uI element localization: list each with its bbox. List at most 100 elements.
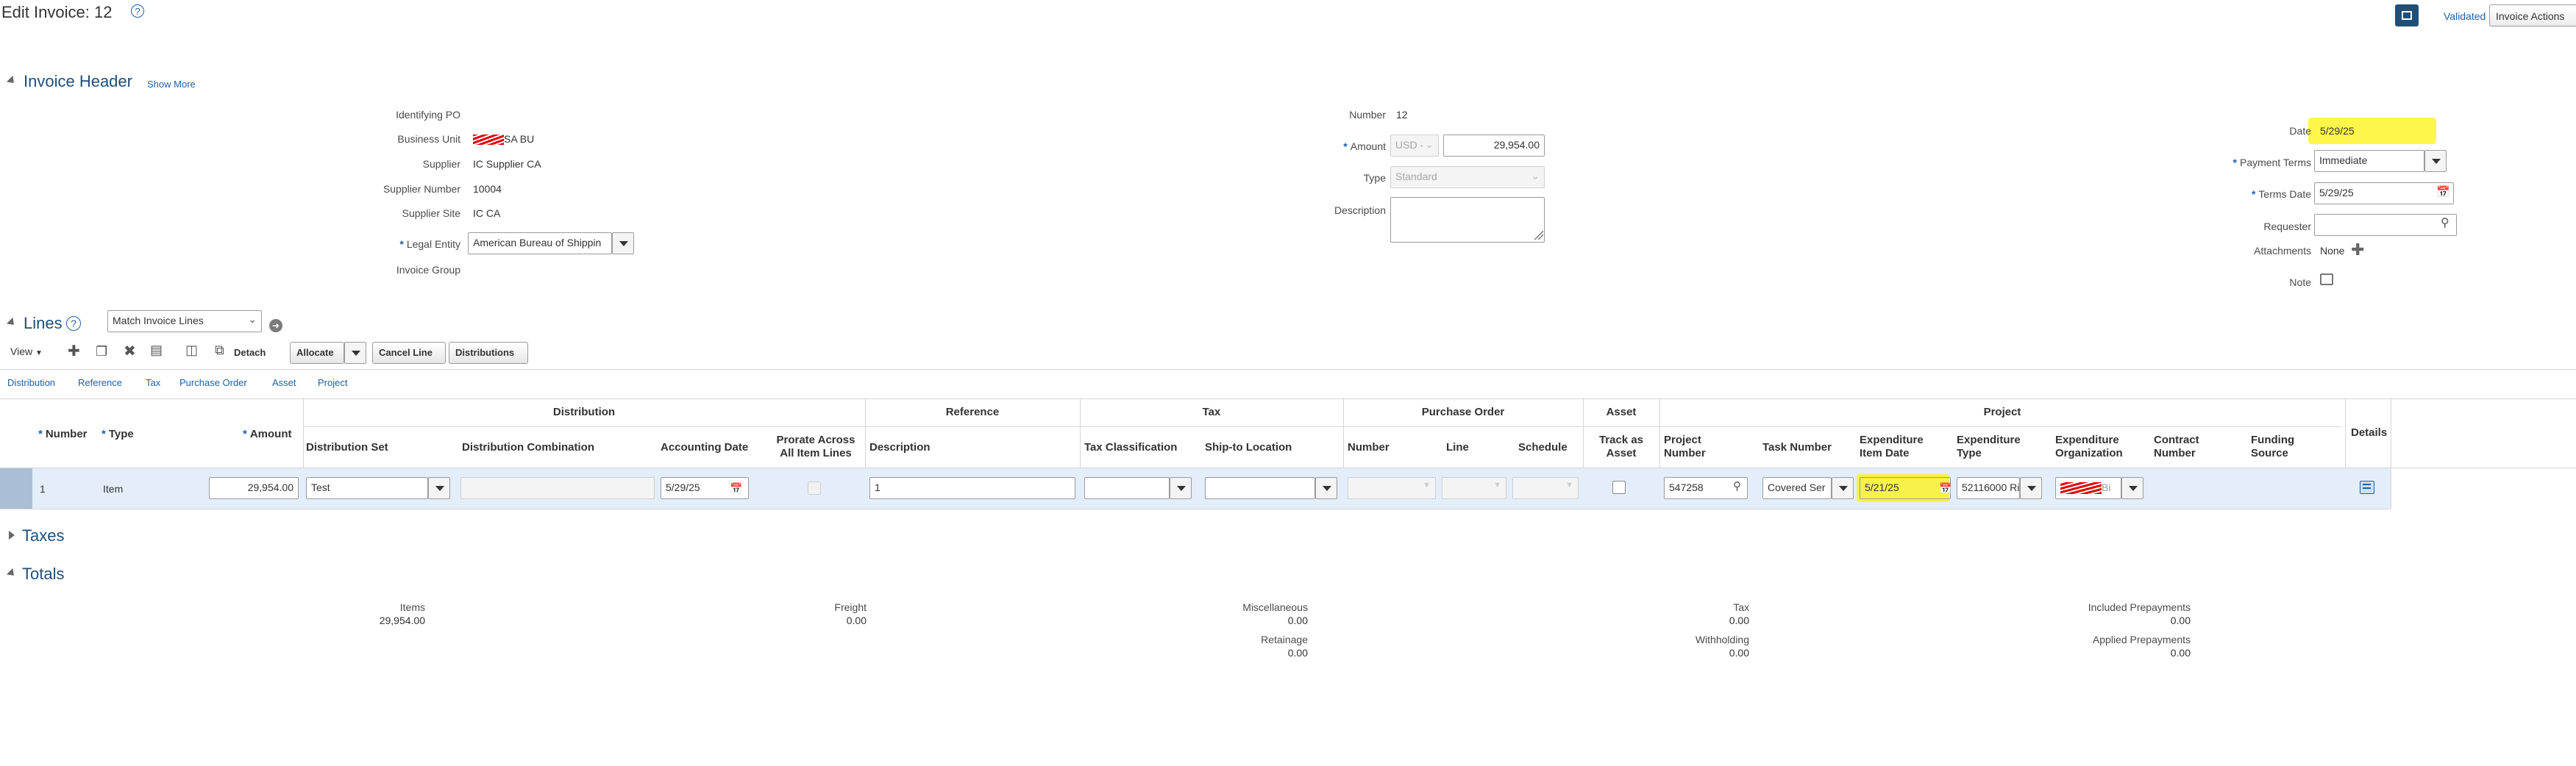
row-amount-input[interactable]: 29,954.00 [209, 477, 299, 499]
tab-reference[interactable]: Reference [78, 377, 122, 388]
payment-terms-select[interactable]: Immediate [2314, 150, 2424, 172]
row-task-number-dropdown-button[interactable] [1832, 477, 1854, 499]
tasks-icon[interactable] [2395, 4, 2419, 26]
validated-status-link[interactable]: Validated [2444, 10, 2486, 22]
col-po-number[interactable]: Number [1348, 441, 1390, 454]
add-attachment-icon[interactable]: ✚ [2351, 242, 2364, 258]
totals-title: Totals [22, 565, 65, 583]
currency-select[interactable]: USD - ⌄ [1390, 135, 1439, 157]
supplier-value: IC Supplier CA [473, 158, 541, 170]
row-ship-to-location-select[interactable] [1205, 477, 1315, 499]
description-textarea[interactable] [1390, 197, 1545, 243]
col-po-schedule[interactable]: Schedule [1518, 441, 1568, 454]
terms-date-input[interactable]: 5/29/25 [2314, 182, 2454, 204]
row-expenditure-organization-select[interactable]: Bi [2055, 477, 2121, 499]
match-lines-select[interactable]: Match Invoice Lines ⌄ [107, 310, 262, 332]
row-expenditure-date-calendar-icon[interactable]: 📅 [1939, 481, 1951, 495]
add-row-icon[interactable]: ✚ [68, 344, 80, 359]
supplier-site-label: Supplier Site [402, 207, 460, 219]
row-ship-to-location-dropdown-button[interactable] [1315, 477, 1337, 499]
col-po-line[interactable]: Line [1446, 441, 1469, 454]
wrap-icon[interactable]: ◫ [185, 343, 198, 357]
help-icon[interactable]: ? [131, 4, 144, 18]
col-distribution-set[interactable]: Distribution Set [306, 441, 388, 454]
expand-taxes-icon[interactable] [9, 531, 15, 540]
row-distribution-set-select[interactable]: Test [306, 477, 428, 499]
col-tax-classification[interactable]: Tax Classification [1084, 441, 1177, 454]
row-project-search-icon[interactable]: ⚲ [1733, 479, 1741, 494]
col-ship-to-location[interactable]: Ship-to Location [1205, 441, 1292, 454]
redaction-mark [2060, 482, 2102, 495]
row-accounting-date-calendar-icon[interactable]: 📅 [730, 481, 742, 495]
tab-purchase-order[interactable]: Purchase Order [179, 377, 247, 388]
col-distribution-combination[interactable]: Distribution Combination [462, 441, 594, 454]
delete-icon[interactable]: ✖ [124, 344, 136, 359]
row-expenditure-type-dropdown-button[interactable] [2020, 477, 2042, 499]
collapse-header-icon[interactable] [6, 75, 18, 87]
row-expenditure-item-date-input[interactable]: 5/21/25 [1860, 477, 1951, 499]
tab-distribution[interactable]: Distribution [7, 377, 55, 388]
col-expenditure-item-date[interactable]: Expenditure Item Date [1860, 434, 1924, 460]
row-expenditure-type-select[interactable]: 52116000 Ri [1957, 477, 2020, 499]
col-number[interactable]: * Number [38, 428, 88, 440]
col-task-number[interactable]: Task Number [1762, 441, 1832, 454]
tab-project[interactable]: Project [318, 377, 347, 388]
note-icon[interactable] [2320, 273, 2333, 285]
tab-asset[interactable]: Asset [272, 377, 296, 388]
supplier-number-label: Supplier Number [383, 183, 460, 195]
show-more-link[interactable]: Show More [147, 79, 196, 90]
type-label: Type [1363, 172, 1386, 184]
type-select[interactable]: Standard ⌄ [1390, 166, 1545, 188]
detach-icon[interactable]: ⧉ [215, 343, 224, 357]
note-label: Note [2289, 276, 2311, 288]
row-tax-classification-dropdown-button[interactable] [1170, 477, 1192, 499]
search-icon[interactable]: ⚲ [2441, 216, 2449, 231]
row-description-input[interactable]: 1 [869, 477, 1075, 499]
col-contract-number[interactable]: Contract Number [2154, 434, 2199, 460]
row-expenditure-organization-dropdown-button[interactable] [2121, 477, 2143, 499]
col-amount[interactable]: * Amount [243, 428, 292, 440]
go-icon[interactable]: ➜ [269, 319, 282, 332]
freeze-icon[interactable]: ▤ [150, 343, 163, 357]
view-menu[interactable]: View ▼ [10, 346, 43, 357]
payment-terms-label: * Payment Terms [2232, 157, 2311, 168]
collapse-totals-icon[interactable] [6, 568, 18, 579]
invoice-actions-button[interactable]: Invoice Actions [2489, 4, 2576, 26]
cancel-line-button[interactable]: Cancel Line [372, 342, 446, 364]
legal-entity-dropdown-button[interactable] [612, 232, 634, 254]
amount-input[interactable]: 29,954.00 [1443, 135, 1545, 157]
collapse-lines-icon[interactable] [6, 317, 18, 329]
row-tax-classification-select[interactable] [1084, 477, 1170, 499]
row-selector[interactable] [0, 468, 32, 509]
row-track-as-asset-checkbox[interactable] [1612, 481, 1626, 494]
group-purchase-order: Purchase Order [1421, 406, 1505, 418]
row-task-number-select[interactable]: Covered Ser [1762, 477, 1832, 499]
tab-tax[interactable]: Tax [146, 377, 160, 388]
col-expenditure-type[interactable]: Expenditure Type [1957, 434, 2021, 460]
col-prorate[interactable]: Prorate Across All Item Lines [768, 434, 864, 460]
col-funding-source[interactable]: Funding Source [2251, 434, 2294, 460]
col-type[interactable]: * Type [102, 428, 134, 440]
duplicate-icon[interactable]: ❐ [96, 344, 107, 359]
totals-included-prepayments-label: Included Prepayments [2088, 601, 2191, 613]
col-accounting-date[interactable]: Accounting Date [661, 441, 748, 454]
payment-terms-dropdown-button[interactable] [2424, 150, 2447, 172]
col-description[interactable]: Description [869, 441, 931, 454]
table-top-border [0, 398, 2576, 399]
supplier-site-value: IC CA [473, 207, 501, 219]
group-asset: Asset [1606, 406, 1637, 418]
allocate-button[interactable]: Allocate [290, 342, 344, 364]
requester-input[interactable] [2314, 214, 2457, 236]
col-track-as-asset[interactable]: Track as Asset [1584, 434, 1658, 460]
date-value[interactable]: 5/29/25 [2320, 125, 2355, 137]
legal-entity-select[interactable]: American Bureau of Shippin [468, 232, 612, 254]
allocate-dropdown-button[interactable] [344, 342, 366, 364]
row-distribution-set-dropdown-button[interactable] [428, 477, 450, 499]
distributions-button[interactable]: Distributions [449, 342, 528, 364]
row-details-icon[interactable] [2360, 481, 2374, 494]
calendar-icon[interactable]: 📅 [2436, 185, 2450, 200]
col-expenditure-organization[interactable]: Expenditure Organization [2055, 434, 2123, 460]
col-project-number[interactable]: Project Number [1664, 434, 1706, 460]
lines-help-icon[interactable]: ? [66, 316, 81, 331]
detach-button[interactable]: Detach [234, 347, 266, 358]
